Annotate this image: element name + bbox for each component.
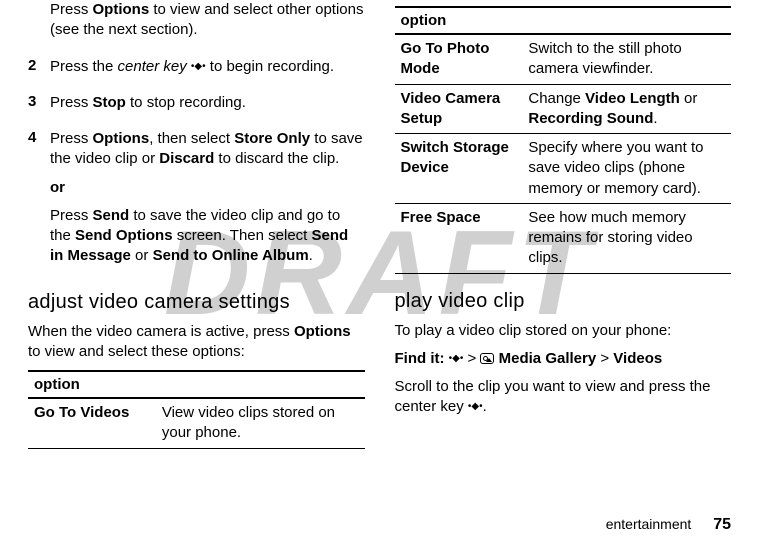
step-4: 4 Press Options, then select Store Only … — [28, 129, 365, 275]
section-name: entertainment — [606, 516, 692, 532]
table-row: Free Space See how much memory remains f… — [395, 203, 732, 273]
option-label: Switch Storage Device — [395, 134, 523, 204]
option-desc: Specify where you want to save video cli… — [522, 134, 731, 204]
left-options-table: option Go To Videos View video clips sto… — [28, 370, 365, 449]
center-key-icon: •◆• — [449, 354, 464, 364]
step-number-3: 3 — [28, 93, 50, 121]
table-header-option: option — [28, 371, 365, 398]
right-options-table: option Go To Photo Mode Switch to the st… — [395, 6, 732, 274]
step-4-text-2: Press Send to save the video clip and go… — [50, 206, 365, 267]
table-header-option: option — [395, 7, 732, 34]
option-desc: See how much memory remains for storing … — [522, 203, 731, 273]
option-desc: Change Video Length or Recording Sound. — [522, 84, 731, 134]
table-row: Video Camera Setup Change Video Length o… — [395, 84, 732, 134]
center-key-icon: •◆• — [468, 402, 483, 412]
option-label: Go To Videos — [28, 398, 156, 448]
table-row: Switch Storage Device Specify where you … — [395, 134, 732, 204]
page-number: 75 — [713, 516, 731, 533]
step-number-2: 2 — [28, 57, 50, 85]
step-4-text-1: Press Options, then select Store Only to… — [50, 129, 365, 170]
adjust-settings-desc: When the video camera is active, press O… — [28, 322, 365, 363]
step-2-text: Press the center key •◆• to begin record… — [50, 57, 365, 77]
option-desc: View video clips stored on your phone. — [156, 398, 365, 448]
table-row: Go To Photo Mode Switch to the still pho… — [395, 34, 732, 84]
center-key-icon: •◆• — [191, 62, 206, 72]
or-text: or — [50, 178, 365, 198]
find-it-path: Find it: •◆• > Media Gallery > Videos — [395, 349, 732, 369]
step-number-4: 4 — [28, 129, 50, 275]
right-column: option Go To Photo Mode Switch to the st… — [395, 0, 732, 449]
left-column: Press Options to view and select other o… — [28, 0, 365, 449]
step-2: 2 Press the center key •◆• to begin reco… — [28, 57, 365, 85]
step-3-text: Press Stop to stop recording. — [50, 93, 365, 113]
media-gallery-icon — [480, 353, 494, 364]
adjust-settings-heading: adjust video camera settings — [28, 291, 365, 314]
option-label: Video Camera Setup — [395, 84, 523, 134]
options-label: Options — [93, 1, 150, 18]
step-3: 3 Press Stop to stop recording. — [28, 93, 365, 121]
intro-text: Press Options to view and select other o… — [50, 0, 365, 41]
option-label: Free Space — [395, 203, 523, 273]
intro-continuation: Press Options to view and select other o… — [28, 0, 365, 49]
play-video-heading: play video clip — [395, 290, 732, 313]
scroll-instruction: Scroll to the clip you want to view and … — [395, 377, 732, 418]
option-label: Go To Photo Mode — [395, 34, 523, 84]
page-footer: entertainment 75 — [606, 516, 731, 534]
option-desc: Switch to the still photo camera viewfin… — [522, 34, 731, 84]
table-row: Go To Videos View video clips stored on … — [28, 398, 365, 448]
play-video-desc: To play a video clip stored on your phon… — [395, 321, 732, 341]
